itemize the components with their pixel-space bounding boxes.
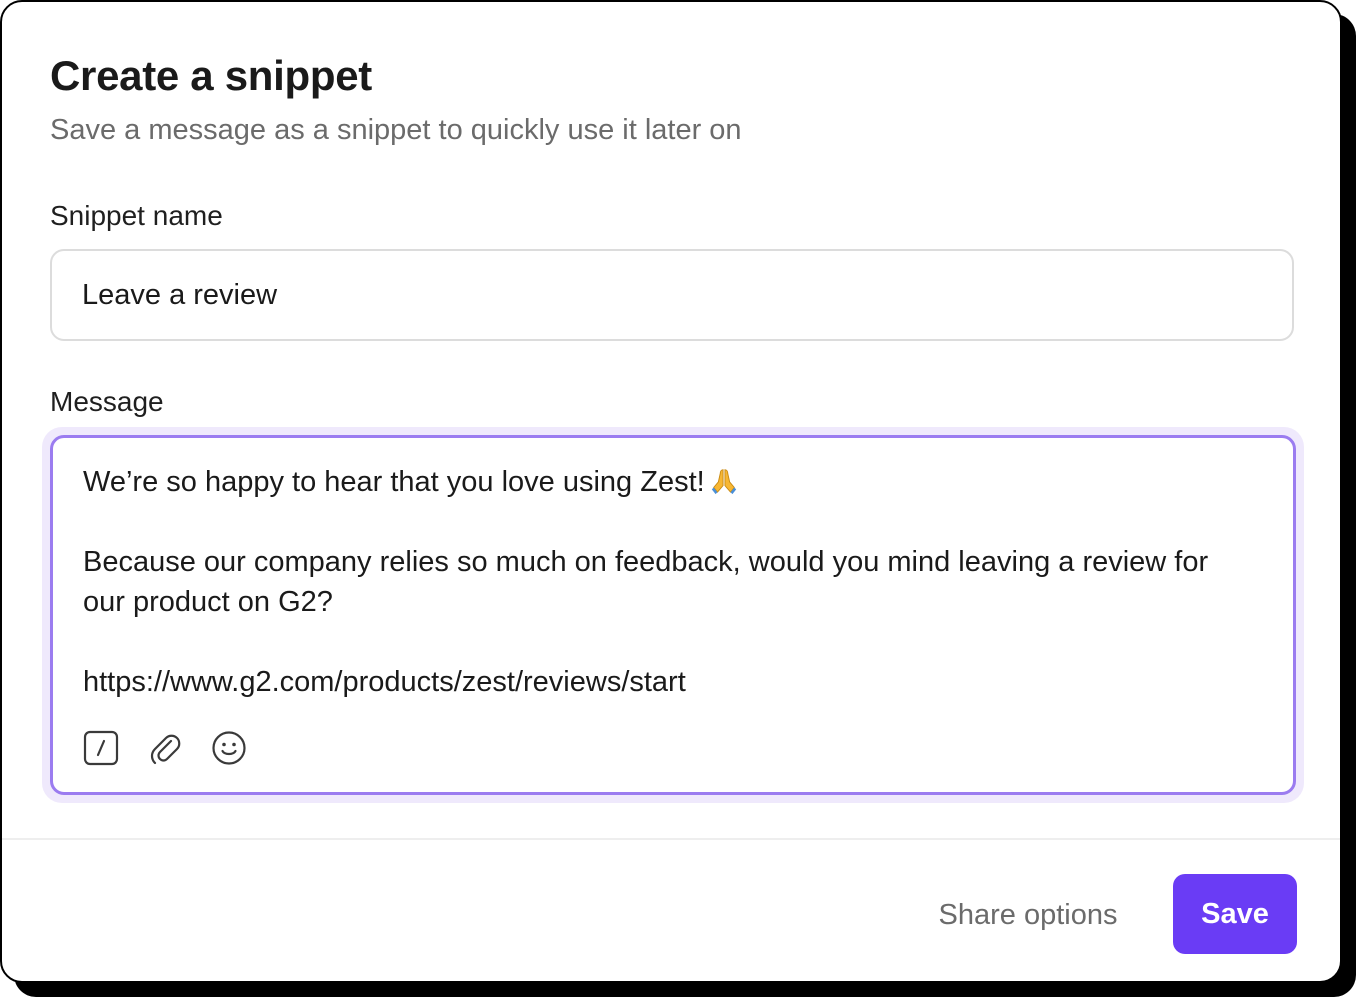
create-snippet-dialog: Create a snippet Save a message as a sni… <box>0 0 1342 983</box>
share-options-button[interactable]: Share options <box>918 878 1138 952</box>
message-label: Message <box>50 386 164 417</box>
dialog-title: Create a snippet <box>50 52 372 99</box>
dialog-subtitle: Save a message as a snippet to quickly u… <box>50 114 742 146</box>
paperclip-icon[interactable] <box>147 730 183 766</box>
snippet-name-label: Snippet name <box>50 200 223 231</box>
save-button[interactable]: Save <box>1173 874 1297 954</box>
message-paragraph: We’re so happy to hear that you love usi… <box>83 462 1243 502</box>
message-paragraph: Because our company relies so much on fe… <box>83 546 1209 618</box>
smiley-icon[interactable] <box>211 730 247 766</box>
slash-command-icon[interactable] <box>83 730 119 766</box>
folded-hands-emoji <box>711 469 736 495</box>
message-link[interactable]: https://www.g2.com/products/zest/reviews… <box>83 662 1243 702</box>
footer-divider <box>2 838 1340 840</box>
message-text[interactable]: We’re so happy to hear that you love usi… <box>83 462 1243 702</box>
message-toolbar <box>83 728 247 768</box>
snippet-name-input[interactable] <box>50 249 1294 341</box>
message-editor[interactable]: We’re so happy to hear that you love usi… <box>50 435 1296 795</box>
